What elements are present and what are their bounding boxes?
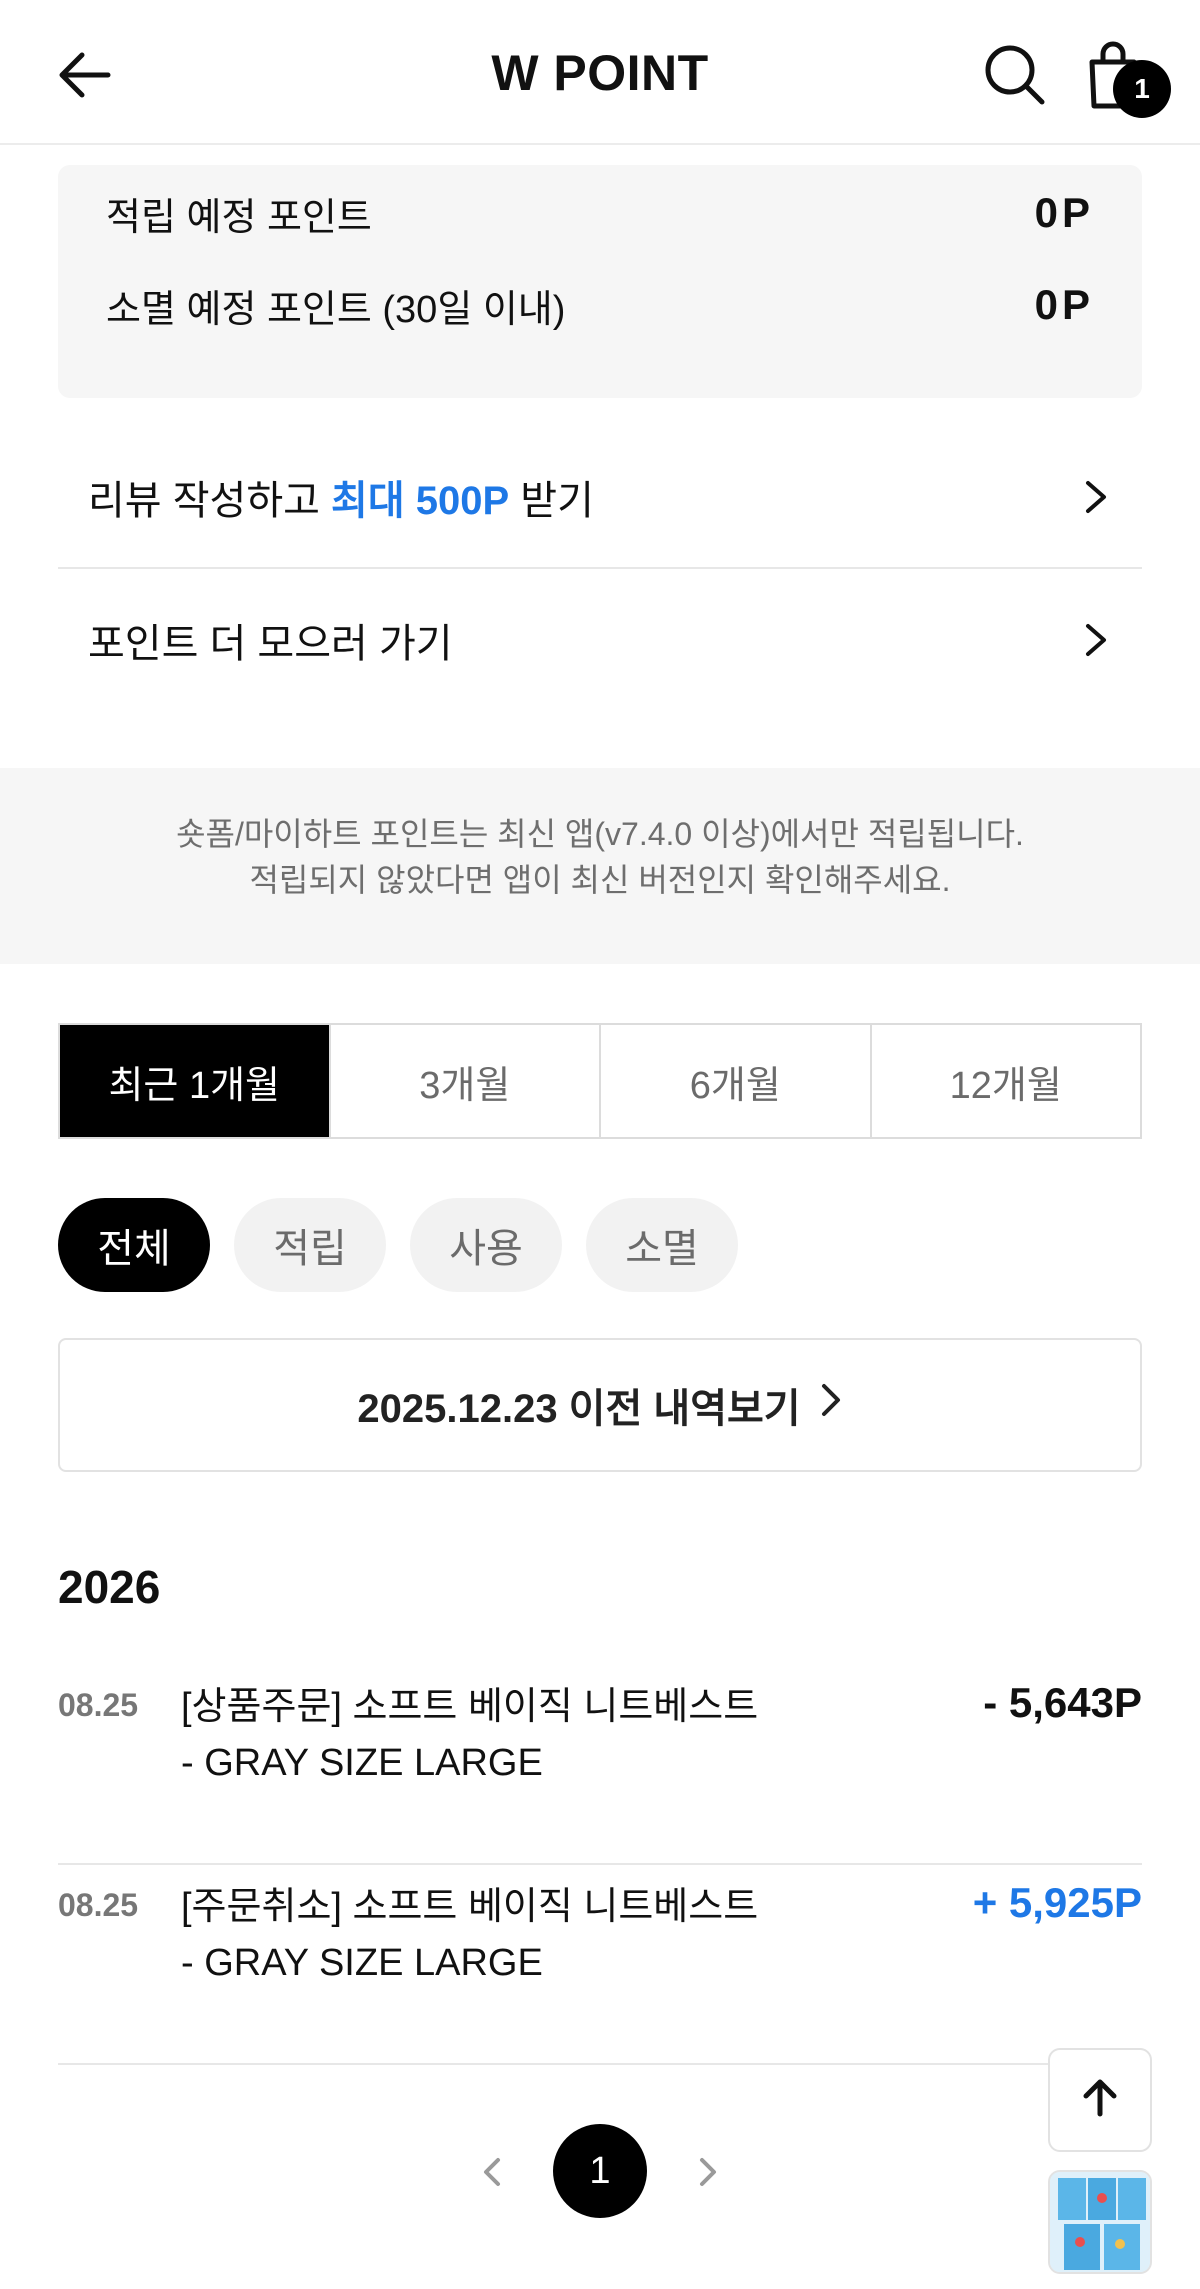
tab-1-month[interactable]: 최근 1개월	[60, 1025, 331, 1137]
chip-all[interactable]: 전체	[58, 1198, 210, 1292]
expiring-points-value: 0P	[1034, 281, 1094, 328]
entry-amount: - 5,643P	[983, 1679, 1142, 1726]
chevron-right-icon	[817, 1381, 843, 1429]
chevron-right-icon	[1076, 477, 1112, 517]
filter-chips: 전체 적립 사용 소멸	[58, 1198, 738, 1292]
entry-description: [상품주문] 소프트 베이직 니트베스트 - GRAY SIZE LARGE	[181, 1686, 759, 1784]
entry-date: 08.25	[58, 1887, 139, 1923]
period-tabs: 최근 1개월 3개월 6개월 12개월	[58, 1023, 1142, 1139]
previous-history-label: 2025.12.23 이전 내역보기	[357, 1387, 801, 1431]
expiring-points-label: 소멸 예정 포인트 (30일 이내)	[106, 288, 566, 331]
chevron-left-icon[interactable]	[478, 2152, 508, 2192]
tab-3-months[interactable]: 3개월	[331, 1025, 601, 1137]
year-heading: 2026	[58, 1561, 161, 1613]
search-icon[interactable]	[980, 40, 1050, 110]
point-history-row: 08.25 [상품주문] 소프트 베이직 니트베스트 - GRAY SIZE L…	[58, 1665, 1142, 1865]
pending-points-row: 적립 예정 포인트 0P	[106, 183, 1094, 243]
collect-more-points-link[interactable]: 포인트 더 모으러 가기	[58, 569, 1142, 711]
recent-product-thumbnail[interactable]	[1048, 2170, 1152, 2274]
pagination: 1	[0, 2124, 1200, 2220]
product-image-icon	[1050, 2172, 1150, 2272]
expiring-points-row: 소멸 예정 포인트 (30일 이내) 0P	[106, 275, 1094, 335]
app-version-notice: 숏폼/마이하트 포인트는 최신 앱(v7.4.0 이상)에서만 적립됩니다. 적…	[0, 768, 1200, 964]
previous-history-button[interactable]: 2025.12.23 이전 내역보기	[58, 1338, 1142, 1472]
entry-amount: + 5,925P	[972, 1879, 1142, 1926]
notice-line-1: 숏폼/마이하트 포인트는 최신 앱(v7.4.0 이상)에서만 적립됩니다.	[176, 816, 1024, 852]
notice-line-2: 적립되지 않았다면 앱이 최신 버전인지 확인해주세요.	[249, 862, 951, 898]
scroll-to-top-button[interactable]	[1048, 2048, 1152, 2152]
chip-expired[interactable]: 소멸	[586, 1198, 738, 1292]
arrow-up-icon	[1076, 2074, 1124, 2127]
review-suffix: 받기	[509, 479, 594, 523]
tab-6-months[interactable]: 6개월	[601, 1025, 872, 1137]
chip-used[interactable]: 사용	[410, 1198, 562, 1292]
chevron-right-icon[interactable]	[692, 2152, 722, 2192]
tab-12-months[interactable]: 12개월	[872, 1025, 1141, 1137]
entry-description: [주문취소] 소프트 베이직 니트베스트 - GRAY SIZE LARGE	[181, 1886, 759, 1984]
point-history-row: 08.25 [주문취소] 소프트 베이직 니트베스트 - GRAY SIZE L…	[58, 1865, 1142, 2065]
collect-more-text: 포인트 더 모으러 가기	[88, 622, 453, 666]
review-accent: 최대 500P	[331, 479, 510, 523]
entry-date: 08.25	[58, 1687, 139, 1723]
cart-count-badge: 1	[1113, 60, 1171, 118]
pending-points-label: 적립 예정 포인트	[106, 196, 372, 239]
page-number-current[interactable]: 1	[553, 2124, 647, 2218]
chip-earned[interactable]: 적립	[234, 1198, 386, 1292]
review-prefix: 리뷰 작성하고	[88, 479, 332, 523]
top-app-bar: W POINT 1	[0, 0, 1200, 145]
pending-points-value: 0P	[1034, 189, 1094, 236]
review-reward-text: 리뷰 작성하고 최대 500P 받기	[88, 468, 594, 526]
chevron-right-icon	[1076, 620, 1112, 660]
points-summary-card: 적립 예정 포인트 0P 소멸 예정 포인트 (30일 이내) 0P	[58, 165, 1142, 398]
review-reward-link[interactable]: 리뷰 작성하고 최대 500P 받기	[58, 427, 1142, 569]
